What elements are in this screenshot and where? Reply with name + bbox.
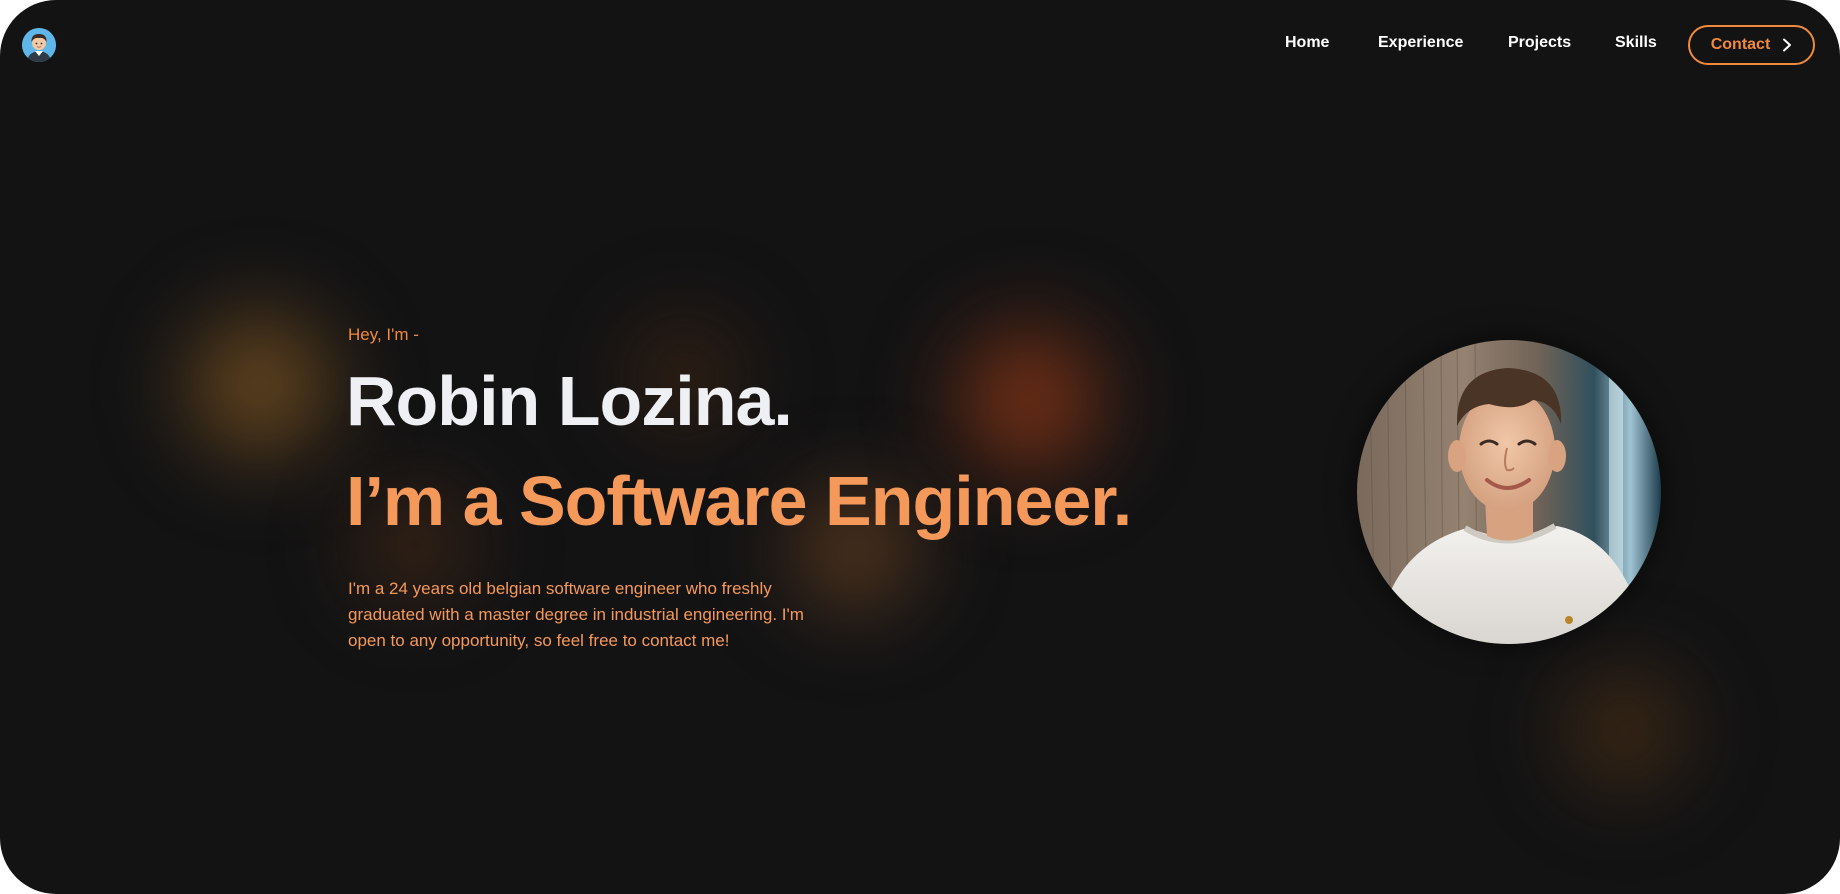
hero-greeting: Hey, I'm - [348,325,419,344]
chevron-right-icon [1782,38,1792,52]
glow-blob [1540,650,1710,810]
page: Home Experience Projects Skills Contact … [0,0,1840,894]
nav-projects[interactable]: Projects [1508,34,1571,52]
contact-button-label: Contact [1710,36,1771,53]
nav-home[interactable]: Home [1285,34,1329,52]
contact-button[interactable]: Contact [1688,25,1815,65]
glow-blob [160,290,360,480]
hero-role: I’m a Software Engineer. [346,462,1132,540]
profile-photo [1357,340,1661,644]
hero-name: Robin Lozina. [346,362,793,440]
nav-experience[interactable]: Experience [1378,34,1463,52]
hero-intro: I'm a 24 years old belgian software engi… [348,579,804,650]
avatar-logo-icon[interactable] [22,28,56,62]
nav-skills[interactable]: Skills [1615,34,1657,52]
